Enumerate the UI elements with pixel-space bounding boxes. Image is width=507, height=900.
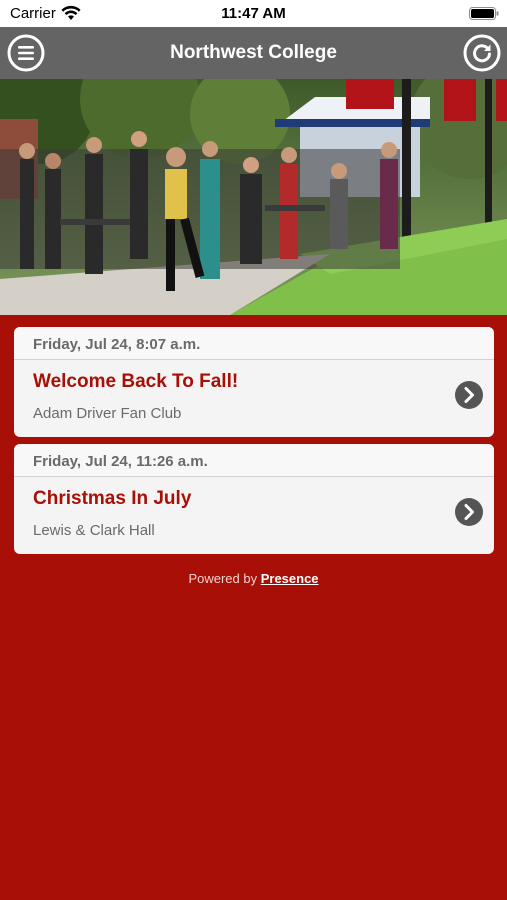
event-date: Friday, Jul 24, 11:26 a.m. [14,444,494,477]
powered-by-label: Powered by [188,571,258,586]
event-title: Christmas In July [33,488,192,509]
event-host: Lewis & Clark Hall [33,522,155,539]
presence-link[interactable]: Presence [261,571,319,586]
hero-image [0,79,507,315]
refresh-icon [463,34,501,72]
chevron-right-icon[interactable] [455,381,483,409]
event-date: Friday, Jul 24, 8:07 a.m. [14,327,494,360]
battery-icon [469,7,499,20]
nav-bar: Northwest College [0,27,507,79]
status-time: 11:47 AM [221,5,286,22]
event-host: Adam Driver Fan Club [33,405,182,422]
event-card[interactable]: Friday, Jul 24, 11:26 a.m. Christmas In … [14,444,494,554]
powered-by-footer: Powered by Presence [0,571,507,586]
campus-photo [0,79,507,315]
refresh-button[interactable] [463,34,501,72]
status-bar: Carrier 11:47 AM [0,0,507,27]
event-card[interactable]: Friday, Jul 24, 8:07 a.m. Welcome Back T… [14,327,494,437]
chevron-right-icon[interactable] [455,498,483,526]
page-title: Northwest College [170,42,337,63]
event-title: Welcome Back To Fall! [33,371,239,392]
